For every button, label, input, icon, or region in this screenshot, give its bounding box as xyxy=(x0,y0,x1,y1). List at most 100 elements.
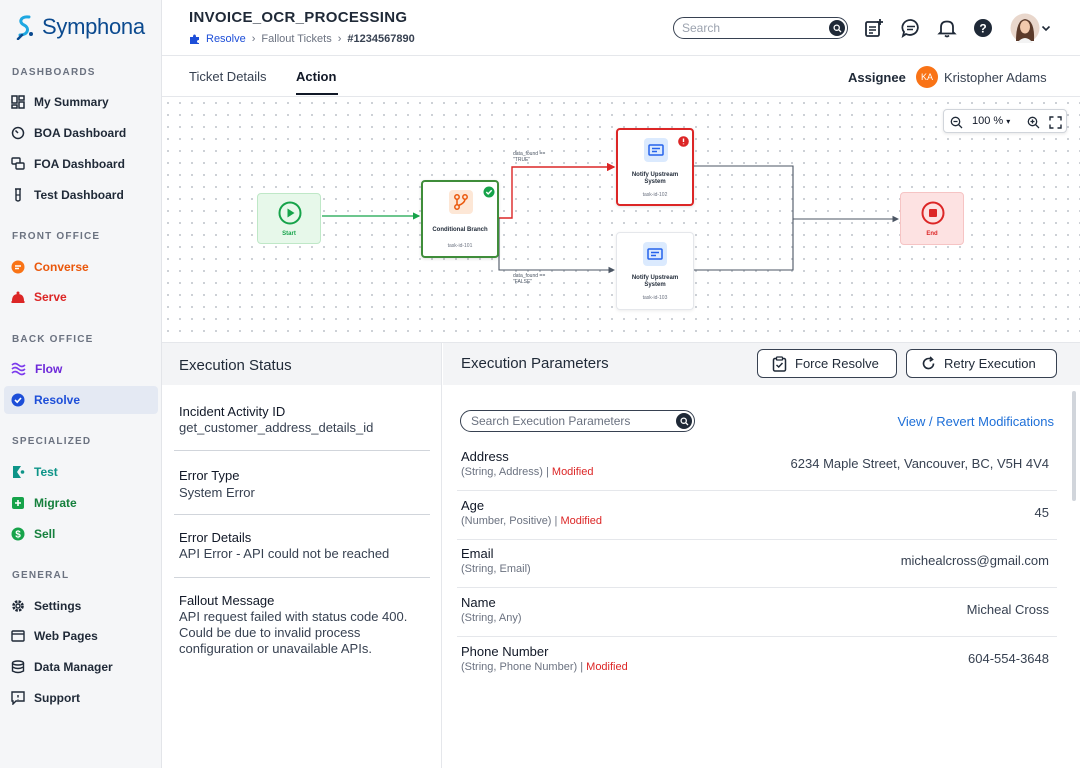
retry-execution-button[interactable]: Retry Execution xyxy=(906,349,1057,378)
sidebar-item-label: Settings xyxy=(34,599,82,613)
success-check-icon xyxy=(483,186,495,198)
sidebar-item-resolve[interactable]: Resolve xyxy=(4,386,158,414)
zoom-out-icon[interactable] xyxy=(948,114,964,130)
sidebar-item-label: Test xyxy=(34,465,58,479)
support-icon xyxy=(11,691,25,705)
logo[interactable]: Symphona xyxy=(14,14,145,40)
tab-bar: Ticket Details Action Assignee KA Kristo… xyxy=(162,56,1080,97)
clipboard-check-icon xyxy=(772,355,787,372)
gear-icon xyxy=(12,600,24,612)
add-note-icon[interactable] xyxy=(863,17,885,39)
flow-node-notify-upstream-true[interactable]: Notify Upstream System task-id-102 xyxy=(616,128,694,206)
sidebar-item-settings[interactable]: Settings xyxy=(4,592,158,620)
sidebar-item-boa-dashboard[interactable]: BOA Dashboard xyxy=(4,119,158,147)
parameter-value: 45 xyxy=(1034,505,1049,520)
parameter-name: Phone Number xyxy=(461,644,549,659)
user-menu[interactable] xyxy=(1008,12,1054,44)
page-title: INVOICE_OCR_PROCESSING xyxy=(189,9,408,26)
flow-node-end[interactable]: End xyxy=(900,192,964,245)
panel-title: Execution Status xyxy=(179,357,292,374)
bell-icon[interactable] xyxy=(936,17,958,39)
check-badge-icon xyxy=(11,393,25,407)
serve-icon xyxy=(11,291,25,303)
panel-header: Execution Status xyxy=(162,343,441,385)
parameter-type: (Number, Positive) | Modified xyxy=(461,515,603,527)
sidebar-item-label: Migrate xyxy=(34,496,77,510)
flow-canvas[interactable]: data_found == "TRUE" data_found == "FALSE"… xyxy=(162,97,1080,343)
parameter-type: (String, Any) xyxy=(461,612,522,624)
parameter-row-phone-number[interactable]: Phone Number (String, Phone Number) | Mo… xyxy=(457,638,1057,686)
sidebar-item-my-summary[interactable]: My Summary xyxy=(4,88,158,116)
chevron-down-icon xyxy=(1041,25,1051,32)
node-label: Start xyxy=(282,231,296,237)
modified-badge: Modified xyxy=(560,515,603,527)
sidebar-item-data-manager[interactable]: Data Manager xyxy=(4,653,158,681)
sidebar-item-serve[interactable]: Serve xyxy=(4,283,158,311)
svg-text:$: $ xyxy=(15,530,21,541)
parameter-name: Email xyxy=(461,546,494,561)
sidebar: Symphona DASHBOARDS My Summary BOA Dashb… xyxy=(0,0,162,768)
converse-icon xyxy=(11,260,25,274)
sidebar-item-label: Flow xyxy=(35,362,63,376)
sidebar-item-converse[interactable]: Converse xyxy=(4,253,158,281)
notify-icon xyxy=(643,242,667,266)
edge-false-to-end xyxy=(694,219,794,271)
database-icon xyxy=(11,660,25,674)
breadcrumb-resolve[interactable]: Resolve xyxy=(206,33,246,45)
chevron-down-icon: ▾ xyxy=(1006,117,1011,126)
sidebar-item-label: Support xyxy=(34,691,80,705)
execution-status-panel: Execution Status Incident Activity ID ge… xyxy=(162,343,442,768)
parameter-type: (String, Address) | Modified xyxy=(461,466,594,478)
breadcrumb-fallout-tickets[interactable]: Fallout Tickets xyxy=(261,33,331,45)
node-label: End xyxy=(926,231,938,237)
symphona-logo-icon xyxy=(16,15,33,40)
flow-node-notify-upstream-false[interactable]: Notify Upstream System task-id-103 xyxy=(616,232,694,310)
parameter-row-name[interactable]: Name (String, Any) Micheal Cross xyxy=(457,589,1057,637)
error-icon xyxy=(678,136,689,147)
sidebar-item-test-dashboard[interactable]: Test Dashboard xyxy=(4,181,158,209)
sidebar-item-foa-dashboard[interactable]: FOA Dashboard xyxy=(4,150,158,178)
section-title-dashboards: DASHBOARDS xyxy=(12,67,96,78)
flow-node-start[interactable]: Start xyxy=(257,193,321,244)
incident-activity-id-value: get_customer_address_details_id xyxy=(179,420,374,435)
parameter-search-input[interactable] xyxy=(471,414,671,428)
search-input[interactable] xyxy=(682,21,822,35)
force-resolve-button[interactable]: Force Resolve xyxy=(757,349,897,378)
parameter-value: 604-554-3648 xyxy=(968,651,1049,666)
active-tab-indicator xyxy=(296,93,338,95)
zoom-in-icon[interactable] xyxy=(1025,114,1041,130)
sidebar-item-web-pages[interactable]: Web Pages xyxy=(4,622,158,650)
parameter-row-email[interactable]: Email (String, Email) michealcross@gmail… xyxy=(457,540,1057,588)
help-icon[interactable]: ? xyxy=(972,17,994,39)
search-icon[interactable] xyxy=(829,20,845,36)
view-revert-modifications-link[interactable]: View / Revert Modifications xyxy=(897,414,1054,429)
section-title-specialized: SPECIALIZED xyxy=(12,436,92,447)
button-label: Force Resolve xyxy=(795,356,879,371)
sidebar-item-support[interactable]: Support xyxy=(4,684,158,712)
search-icon[interactable] xyxy=(676,413,692,429)
svg-text:?: ? xyxy=(979,22,986,36)
fallout-message-label: Fallout Message xyxy=(179,593,275,608)
parameter-value: michealcross@gmail.com xyxy=(900,553,1049,568)
node-label: Notify Upstream System xyxy=(631,275,679,288)
sidebar-item-label: Serve xyxy=(34,290,67,304)
error-details-value: API Error - API could not be reached xyxy=(179,546,390,561)
edge-true-to-end xyxy=(694,165,900,223)
parameter-row-address[interactable]: Address (String, Address) | Modified 623… xyxy=(457,443,1057,491)
tab-action[interactable]: Action xyxy=(296,69,336,84)
sidebar-item-flow[interactable]: Flow xyxy=(4,355,158,383)
flow-node-conditional-branch[interactable]: Conditional Branch task-id-101 xyxy=(421,180,499,258)
header: INVOICE_OCR_PROCESSING Resolve › Fallout… xyxy=(162,0,1080,56)
sidebar-item-migrate[interactable]: Migrate xyxy=(4,489,158,517)
parameter-row-age[interactable]: Age (Number, Positive) | Modified 45 xyxy=(457,492,1057,540)
execution-parameters-panel: Execution Parameters Force Resolve Retry… xyxy=(443,343,1080,768)
scrollbar[interactable] xyxy=(1072,391,1076,501)
zoom-level[interactable]: 100 % ▾ xyxy=(972,115,1010,127)
chat-icon[interactable] xyxy=(900,17,922,39)
logo-text: Symphona xyxy=(42,14,145,39)
sidebar-item-test[interactable]: Test xyxy=(4,458,158,486)
fullscreen-icon[interactable] xyxy=(1047,114,1063,130)
sidebar-item-sell[interactable]: $ Sell xyxy=(4,520,158,548)
assignee-name[interactable]: Kristopher Adams xyxy=(944,70,1047,85)
tab-ticket-details[interactable]: Ticket Details xyxy=(189,69,267,84)
